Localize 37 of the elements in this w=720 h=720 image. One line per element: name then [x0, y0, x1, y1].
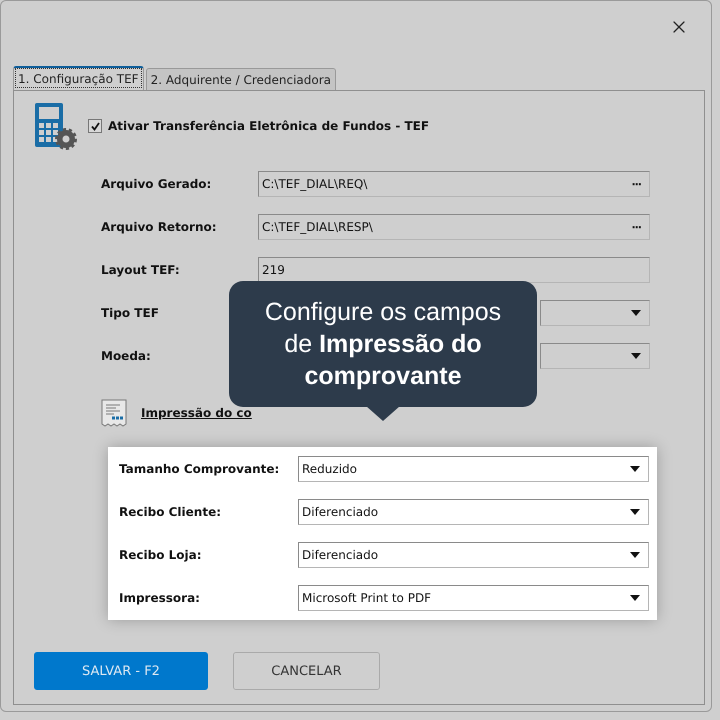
checkbox[interactable] [88, 119, 102, 133]
save-button[interactable]: SALVAR - F2 [34, 652, 208, 690]
dropdown-field[interactable]: Reduzido [298, 456, 649, 482]
cancel-button[interactable]: CANCELAR [233, 652, 380, 690]
path-field[interactable]: C:\TEF_DIAL\REQ\ ··· [258, 171, 650, 197]
browse-button[interactable]: ··· [631, 178, 641, 190]
terminal-gear-icon [34, 101, 78, 151]
field-label: Arquivo Gerado: [101, 177, 212, 191]
field-label: Tamanho Comprovante: [119, 462, 280, 476]
input-field[interactable]: 219 [258, 257, 650, 283]
field-label: Recibo Loja: [119, 548, 203, 562]
field-label: Arquivo Retorno: [101, 220, 218, 234]
checkmark-icon [90, 122, 100, 130]
dropdown-field[interactable]: Microsoft Print to PDF [298, 585, 649, 611]
tab[interactable]: 1. Configuração TEF [13, 66, 144, 90]
browse-button[interactable]: ··· [631, 220, 641, 234]
field-label: Moeda: [101, 349, 152, 363]
dropdown-field[interactable] [540, 343, 650, 369]
dropdown-caret-icon[interactable] [631, 310, 641, 316]
tab[interactable]: 2. Adquirente / Credenciadora [146, 68, 336, 90]
field-label: Tipo TEF [101, 306, 160, 320]
path-field[interactable]: C:\TEF_DIAL\RESP\ ··· [258, 214, 650, 240]
field-label: Impressora: [119, 591, 201, 605]
receipt-link[interactable]: Impressão do co [141, 406, 252, 420]
checkbox-label[interactable]: Ativar Transferência Eletrônica de Fundos - TEF [108, 119, 430, 133]
tooltip-text: Configure os campos de Impressão do comprovante [264, 297, 502, 392]
dropdown-caret-icon[interactable] [630, 552, 640, 558]
dropdown-caret-icon[interactable] [630, 509, 640, 515]
dropdown-field[interactable] [540, 300, 650, 326]
dropdown-caret-icon[interactable] [630, 466, 640, 472]
dropdown-field[interactable]: Diferenciado [298, 542, 649, 568]
field-label: Layout TEF: [101, 263, 181, 277]
receipt-icon [101, 399, 127, 427]
dropdown-caret-icon[interactable] [631, 353, 641, 359]
dropdown-caret-icon[interactable] [630, 595, 640, 601]
dropdown-field[interactable]: Diferenciado [298, 499, 649, 525]
field-label: Recibo Cliente: [119, 505, 222, 519]
